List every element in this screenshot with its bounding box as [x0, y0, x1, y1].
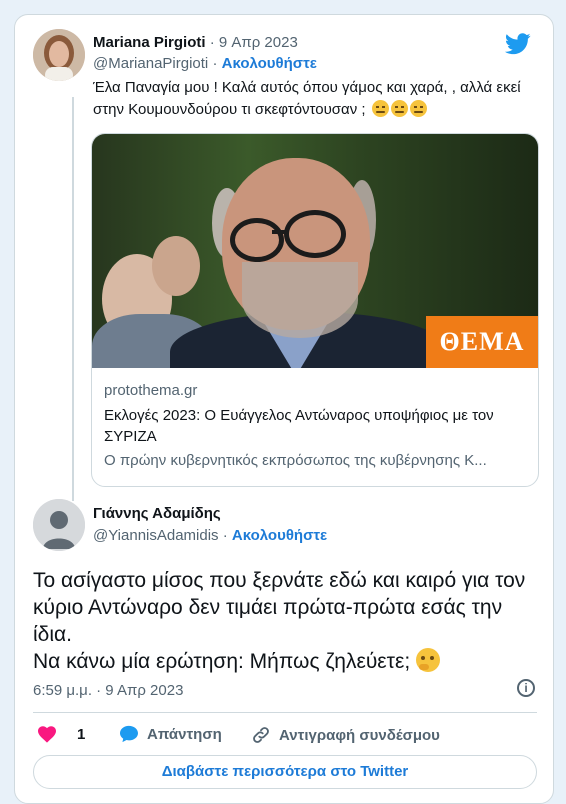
thread-connector [72, 97, 74, 501]
grimacing-face-icon [390, 100, 408, 117]
divider [33, 712, 537, 713]
preview-image: ΘΕΜΑ [92, 134, 538, 368]
author-handle[interactable]: @MarianaPirgioti [93, 55, 208, 72]
avatar[interactable] [33, 499, 85, 551]
avatar[interactable] [33, 29, 85, 81]
preview-info: protothema.gr Εκλογές 2023: Ο Ευάγγελος … [92, 368, 538, 483]
copy-link-label: Αντιγραφή συνδέσμου [279, 726, 440, 744]
theme-logo: ΘΕΜΑ [426, 316, 538, 368]
author-name[interactable]: Γιάννης Αδαμίδης [93, 505, 221, 522]
author-name[interactable]: Mariana Pirgioti [93, 34, 206, 51]
tweet1-handle-line: @MarianaPirgioti · Ακολουθήστε [93, 55, 317, 72]
heart-icon [38, 726, 56, 743]
reply-bubble-icon [120, 725, 138, 743]
tweet2-line2-wrap: Να κάνω μία ερώτηση: Μήπως ζηλεύετε; [33, 648, 533, 675]
preview-description: Ο πρώην κυβερνητικός εκπρόσωπος της κυβέ… [104, 452, 487, 469]
follow-button[interactable]: Ακολουθήστε [232, 527, 327, 544]
tweet2-handle-line: @YiannisAdamidis · Ακολουθήστε [93, 527, 327, 544]
reply-button[interactable]: Απάντηση [119, 725, 222, 743]
tweet1-text: Έλα Παναγία μου ! Καλά αυτός όπου γάμος … [93, 77, 533, 121]
separator: · [222, 527, 228, 544]
tweet2-text: Το ασίγαστο μίσος που ξερνάτε εδώ και κα… [33, 567, 533, 675]
reply-label: Απάντηση [147, 725, 222, 743]
tweet2-line2: Να κάνω μία ερώτηση: Μήπως ζηλεύετε; [33, 650, 411, 673]
info-icon[interactable]: i [517, 679, 535, 697]
tweet1-body: Έλα Παναγία μου ! Καλά αυτός όπου γάμος … [93, 79, 521, 118]
grimacing-face-icon [371, 100, 389, 117]
like-button[interactable]: 1 [37, 725, 85, 743]
grimacing-face-icon [409, 100, 427, 117]
link-icon [253, 727, 269, 743]
tweet2-header: Γιάννης Αδαμίδης [93, 505, 221, 522]
read-more-button[interactable]: Διαβάστε περισσότερα στο Twitter [33, 755, 537, 789]
tweet-timestamp[interactable]: 6:59 μ.μ. · 9 Απρ 2023 [33, 682, 183, 699]
link-preview-card[interactable]: ΘΕΜΑ protothema.gr Εκλογές 2023: Ο Ευάγγ… [91, 133, 539, 487]
like-count: 1 [77, 725, 86, 743]
tweet-date[interactable]: · 9 Απρ 2023 [210, 34, 298, 51]
tweet-card: Mariana Pirgioti · 9 Απρ 2023 @MarianaPi… [14, 14, 554, 804]
follow-button[interactable]: Ακολουθήστε [222, 55, 317, 72]
twitter-logo-icon[interactable] [505, 33, 531, 55]
preview-domain: protothema.gr [104, 382, 198, 399]
tweet1-header: Mariana Pirgioti · 9 Απρ 2023 [93, 34, 298, 51]
preview-title: Εκλογές 2023: Ο Ευάγγελος Αντώναρος υποψ… [104, 407, 494, 445]
tweet2-line1: Το ασίγαστο μίσος που ξερνάτε εδώ και κα… [33, 569, 526, 646]
author-handle[interactable]: @YiannisAdamidis [93, 527, 219, 544]
thinking-face-icon [416, 648, 441, 672]
separator: · [212, 55, 218, 72]
copy-link-button[interactable]: Αντιγραφή συνδέσμου [251, 725, 440, 745]
action-bar: 1 Απάντηση Αντιγραφή συνδέσμου [33, 723, 537, 747]
